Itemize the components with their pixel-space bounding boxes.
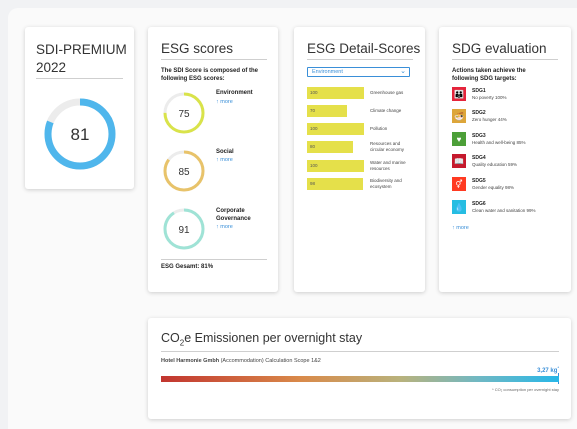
sdg-description: Quality education 59% — [472, 162, 518, 167]
category-select-value: Environment — [312, 69, 343, 75]
bowl-icon: 🍜 — [452, 109, 466, 123]
water-icon: 💧 — [452, 200, 466, 214]
esg-title-divider — [161, 59, 267, 60]
social-score: 85 — [178, 167, 190, 178]
sdg-description: Health and well-being 85% — [472, 140, 526, 145]
detail-bar-row: 100 Water and marine resources — [307, 160, 417, 172]
esg-intro: The SDI Score is composed of the followi… — [161, 68, 259, 82]
environment-label: Environment — [216, 90, 253, 96]
co2-emissions-card: CO2e Emissionen per overnight stay Hotel… — [148, 318, 571, 419]
sdg-description: No poverty 100% — [472, 95, 507, 100]
people-icon: 👪 — [452, 87, 466, 101]
sdg-code: SDG3 — [472, 133, 486, 139]
social-label: Social — [216, 149, 234, 155]
governance-score-ring: 91 — [163, 208, 205, 250]
sdg-description: Zero hunger 44% — [472, 117, 507, 122]
environment-more-link[interactable]: ↑ more — [216, 99, 233, 105]
detail-bar: 98 — [307, 178, 363, 190]
co2-gradient-bar — [161, 376, 559, 382]
detail-bar-label: Resources and circular economy — [370, 141, 405, 152]
detail-bar: 100 — [307, 123, 364, 135]
sdg-evaluation-card: SDG evaluation Actions taken achieve the… — [439, 27, 571, 292]
governance-label: Corporate Governance — [216, 207, 251, 223]
sdi-title: SDI-PREMIUM 2022 — [36, 41, 127, 77]
sdg-description: Gender equality 98% — [472, 185, 515, 190]
social-more-link[interactable]: ↑ more — [216, 157, 233, 163]
sdg-code: SDG5 — [472, 178, 486, 184]
esg-total-divider — [161, 259, 267, 260]
governance-more-link[interactable]: ↑ more — [216, 224, 233, 230]
social-score-ring: 85 — [163, 150, 205, 192]
detail-bar: 100 — [307, 160, 364, 172]
detail-bar-row: 70 Climate change — [307, 105, 417, 117]
detail-bar-value: 100 — [310, 90, 318, 95]
detail-bar-label: Water and marine resources — [370, 160, 406, 171]
detail-bar-value: 100 — [310, 163, 318, 168]
detail-bar-row: 80 Resources and circular economy — [307, 141, 417, 153]
book-icon: 📖 — [452, 154, 466, 168]
detail-bar-label: Pollution — [370, 126, 388, 131]
sdi-score-ring: 81 — [44, 98, 116, 170]
sdi-title-year: 2022 — [36, 60, 67, 75]
heartbeat-icon: ♥ — [452, 132, 466, 146]
detail-title-divider — [307, 59, 413, 60]
sdi-premium-card: SDI-PREMIUM 2022 81 — [25, 27, 134, 189]
sdg-code: SDG1 — [472, 88, 486, 94]
environment-score-ring: 75 — [163, 92, 205, 134]
sdg-title-divider — [452, 59, 558, 60]
chevron-down-icon: ⌄ — [400, 68, 406, 75]
detail-bar: 100 — [307, 87, 364, 99]
detail-bar-row: 100 Pollution — [307, 123, 417, 135]
environment-score: 75 — [178, 109, 190, 120]
governance-label-line1: Corporate — [216, 208, 245, 214]
sdg-more-link[interactable]: ↑ more — [452, 225, 469, 231]
hotel-calculation-line: Hotel Harmonie Gmbh (Accommodation) Calc… — [161, 358, 321, 364]
detail-bar-row: 100 Greenhouse gas — [307, 87, 417, 99]
sdi-score: 81 — [71, 125, 90, 144]
sdg-intro: Actions taken achieve the following SDG … — [452, 68, 526, 82]
detail-bar: 70 — [307, 105, 347, 117]
sdi-divider — [36, 78, 123, 79]
co2-value: 3,27 kg* — [537, 365, 559, 374]
detail-bar: 80 — [307, 141, 353, 153]
co2-title: CO2e Emissionen per overnight stay — [161, 331, 363, 348]
category-select[interactable]: Environment ⌄ — [307, 67, 410, 77]
hotel-name: Hotel Harmonie Gmbh — [161, 358, 220, 364]
sdg-title: SDG evaluation — [452, 41, 547, 56]
esg-scores-card: ESG scores The SDI Score is composed of … — [148, 27, 278, 292]
sdg-code: SDG2 — [472, 110, 486, 116]
detail-bar-value: 100 — [310, 126, 318, 131]
detail-bar-label: Climate change — [370, 108, 402, 113]
sdi-title-line1: SDI-PREMIUM — [36, 42, 127, 57]
esg-detail-card: ESG Detail-Scores Environment ⌄ 100 Green… — [294, 27, 425, 292]
detail-title: ESG Detail-Scores — [307, 41, 421, 56]
gender-icon: ⚥ — [452, 177, 466, 191]
detail-bar-value: 98 — [310, 181, 316, 186]
detail-bar-label: Biodiversity and ecosystem — [370, 178, 402, 189]
co2-title-divider — [161, 351, 559, 352]
detail-bar-label: Greenhouse gas — [370, 90, 404, 95]
esg-total: ESG Gesamt: 81% — [161, 264, 214, 270]
co2-footnote: * CO₂ consumption per overnight stay — [492, 387, 559, 392]
detail-bar-value: 80 — [310, 144, 316, 149]
hotel-calculation-scope: (Accommodation) Calculation Scope 1&2 — [219, 358, 321, 364]
detail-bar-value: 70 — [310, 108, 316, 113]
detail-bar-row: 98 Biodiversity and ecosystem — [307, 178, 417, 190]
sdg-description: Clean water and sanitation 99% — [472, 208, 536, 213]
esg-title: ESG scores — [161, 41, 234, 56]
governance-score: 91 — [178, 225, 190, 236]
sdg-code: SDG6 — [472, 201, 486, 207]
sdg-code: SDG4 — [472, 155, 486, 161]
governance-label-line2: Governance — [216, 216, 251, 222]
